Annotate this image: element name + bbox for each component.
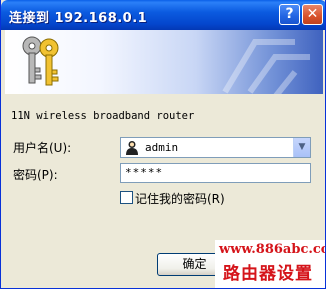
keys-icon xyxy=(22,36,59,86)
router-watermark-icon xyxy=(222,39,310,94)
username-combobox[interactable]: admin ▼ xyxy=(120,137,311,158)
watermark-url: www.886abc.com xyxy=(215,240,325,260)
username-dropdown-button[interactable]: ▼ xyxy=(293,138,310,157)
user-icon xyxy=(126,141,138,155)
dialog-banner xyxy=(5,30,323,94)
remember-password-checkbox[interactable] xyxy=(120,191,133,204)
username-value: admin xyxy=(145,141,179,154)
chevron-down-icon: ▼ xyxy=(298,142,306,152)
dialog-title: 连接到 192.168.0.1 xyxy=(9,11,148,26)
watermark-site-name: 路由器设置 xyxy=(223,264,313,284)
username-label: 用户名(U): xyxy=(13,141,72,155)
close-button[interactable]: ✕ xyxy=(302,4,323,25)
title-bar[interactable]: 连接到 192.168.0.1 ? ✕ xyxy=(1,0,325,30)
password-label: 密码(P): xyxy=(13,168,58,182)
device-model-text: 11N wireless broadband router xyxy=(11,110,195,122)
help-icon: ? xyxy=(285,6,294,22)
remember-password-label[interactable]: 记住我的密码(R) xyxy=(135,190,225,207)
password-field[interactable]: ***** xyxy=(120,163,311,183)
close-icon: ✕ xyxy=(306,6,319,22)
login-dialog: 连接到 192.168.0.1 ? ✕ 11N wireless broadba… xyxy=(0,0,326,289)
help-button[interactable]: ? xyxy=(279,4,300,25)
